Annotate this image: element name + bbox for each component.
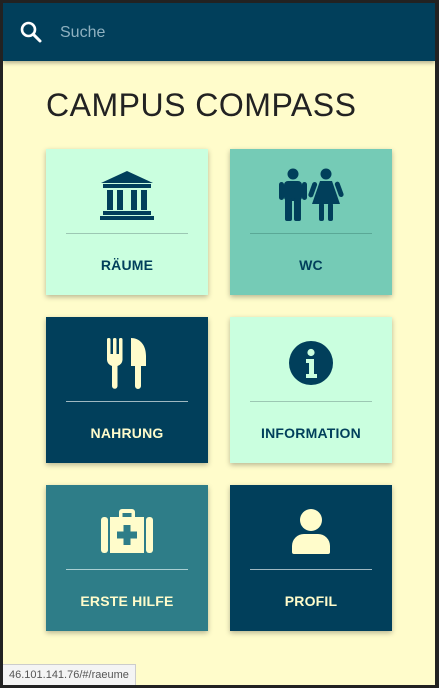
tile-wc[interactable]: WC bbox=[230, 149, 392, 295]
tile-label: RÄUME bbox=[100, 257, 154, 273]
tile-divider bbox=[250, 569, 372, 570]
tile-nahrung[interactable]: NAHRUNG bbox=[46, 317, 208, 463]
building-icon bbox=[46, 167, 208, 223]
fork-knife-icon bbox=[46, 335, 208, 391]
tile-label: INFORMATION bbox=[261, 425, 361, 441]
tile-divider bbox=[66, 233, 188, 234]
search-icon[interactable] bbox=[19, 20, 43, 44]
tile-label: ERSTE HILFE bbox=[80, 593, 174, 609]
tile-divider bbox=[250, 233, 372, 234]
tile-erste-hilfe[interactable]: ERSTE HILFE bbox=[46, 485, 208, 631]
tile-label: WC bbox=[299, 257, 323, 273]
app-frame: CAMPUS COMPASS RÄUME bbox=[3, 3, 435, 685]
tile-profil[interactable]: PROFIL bbox=[230, 485, 392, 631]
user-icon bbox=[230, 503, 392, 559]
tile-label: NAHRUNG bbox=[90, 425, 164, 441]
tile-label: PROFIL bbox=[284, 593, 338, 609]
tile-raeume[interactable]: RÄUME bbox=[46, 149, 208, 295]
tile-divider bbox=[66, 401, 188, 402]
restroom-icon bbox=[230, 167, 392, 223]
search-input[interactable] bbox=[58, 19, 392, 47]
search-bar bbox=[3, 3, 435, 61]
status-url: 46.101.141.76/#/raeume bbox=[3, 664, 136, 685]
page-title: CAMPUS COMPASS bbox=[46, 87, 357, 123]
tile-divider bbox=[250, 401, 372, 402]
info-icon bbox=[230, 335, 392, 391]
tile-information[interactable]: INFORMATION bbox=[230, 317, 392, 463]
tile-divider bbox=[66, 569, 188, 570]
first-aid-kit-icon bbox=[46, 503, 208, 559]
